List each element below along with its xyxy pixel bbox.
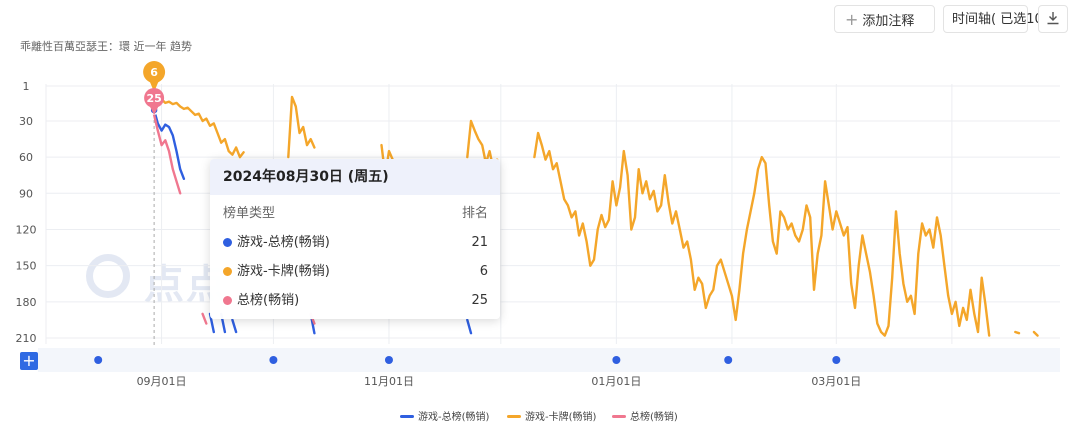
tooltip: 2024年08月30日 (周五) 榜单类型 排名 游戏-总榜(畅销) 21 游戏… [210,159,500,319]
y-tick-label: 180 [16,296,37,309]
tooltip-row-value: 21 [471,235,488,250]
x-tick-label: 03月01日 [811,375,861,388]
y-tick-label: 210 [16,332,37,345]
annotation-marker[interactable] [384,356,393,364]
tooltip-row-label: 总榜(畅销) [237,293,300,308]
legend-item-card-game[interactable]: 游戏-卡牌(畅销) [507,408,596,423]
expand-timeline-button[interactable]: + [20,352,38,370]
tooltip-col-type: 榜单类型 [223,206,276,221]
series-line [533,131,991,337]
annotation-marker[interactable] [724,356,733,364]
tooltip-row: 游戏-总榜(畅销) 21 [210,228,500,257]
legend-swatch [400,415,414,418]
y-tick-label: 120 [16,223,37,236]
series-line [201,312,208,325]
legend-label: 总榜(畅销) [630,412,678,423]
y-tick-label: 90 [19,187,33,200]
legend: 游戏-总榜(畅销) 游戏-卡牌(畅销) 总榜(畅销) [0,408,1080,424]
series-line [466,318,473,335]
annotation-marker[interactable] [612,356,621,364]
y-tick-label: 150 [16,260,37,273]
y-tick-label: 60 [19,151,33,164]
legend-label: 游戏-卡牌(畅销) [525,412,597,423]
series-dot-icon [223,296,232,305]
legend-swatch [612,415,626,418]
tooltip-col-rank: 排名 [461,206,488,221]
tooltip-header-row: 榜单类型 排名 [210,199,500,228]
tooltip-row-label: 游戏-卡牌(畅销) [237,264,330,279]
tooltip-date: 2024年08月30日 (周五) [210,159,500,195]
tooltip-row: 总榜(畅销) 25 [210,286,500,315]
tooltip-row-value: 25 [471,293,488,308]
y-tick-label: 30 [19,115,33,128]
tooltip-row: 游戏-卡牌(畅销) 6 [210,257,500,286]
x-tick-label: 09月01日 [137,375,187,388]
timeline-slider[interactable] [38,348,1060,372]
pin-label: 6 [150,66,158,79]
annotation-marker[interactable] [269,356,278,364]
x-tick-label: 11月01日 [364,375,414,388]
series-line [1032,330,1039,337]
tooltip-row-label: 游戏-总榜(畅销) [237,235,330,250]
series-dot-icon [223,267,232,276]
legend-item-total-game[interactable]: 游戏-总榜(畅销) [400,408,489,423]
annotation-marker[interactable] [94,356,103,364]
x-axis-ticks: 09月01日 11月01日 01月01日 03月01日 [137,375,862,388]
y-tick-label: 1 [23,80,30,93]
rank-trend-chart[interactable]: 1 30 60 90 120 150 180 210 09月01日 11月01日 01月01日 03… [0,0,1080,400]
tooltip-row-value: 6 [479,264,488,279]
legend-label: 游戏-总榜(畅销) [418,412,490,423]
series-line [287,95,316,159]
grid [45,84,1060,344]
y-axis-ticks: 1 30 60 90 120 150 180 210 [16,80,37,345]
x-tick-label: 01月01日 [591,375,641,388]
series-line [1014,330,1021,335]
legend-item-overall[interactable]: 总榜(畅销) [612,408,678,423]
legend-swatch [507,415,521,418]
series-line [231,318,238,334]
pin-label: 25 [146,92,161,105]
annotation-marker[interactable] [832,356,841,364]
series-dot-icon [223,238,232,247]
